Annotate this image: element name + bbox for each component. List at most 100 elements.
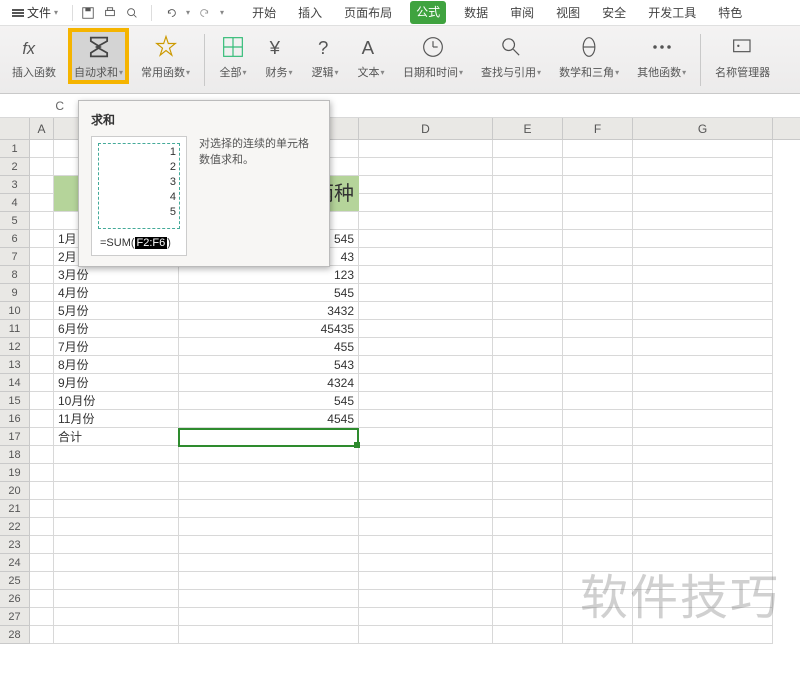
cell[interactable]: 123 <box>179 266 359 284</box>
cell[interactable] <box>54 500 179 518</box>
tab-special[interactable]: 特色 <box>714 1 746 24</box>
cell[interactable] <box>493 248 563 266</box>
cell[interactable] <box>359 392 493 410</box>
row-header[interactable]: 7 <box>0 248 30 266</box>
cell[interactable] <box>30 374 54 392</box>
cell[interactable] <box>54 536 179 554</box>
cell[interactable] <box>493 410 563 428</box>
cell[interactable] <box>633 320 773 338</box>
cell[interactable] <box>30 230 54 248</box>
row-header[interactable]: 16 <box>0 410 30 428</box>
cell[interactable] <box>30 410 54 428</box>
cell[interactable] <box>359 338 493 356</box>
cell[interactable] <box>633 608 773 626</box>
col-header-e[interactable]: E <box>493 118 563 139</box>
cell[interactable] <box>563 302 633 320</box>
cell[interactable] <box>493 500 563 518</box>
cell[interactable] <box>30 356 54 374</box>
cell[interactable] <box>359 428 493 446</box>
row-header[interactable]: 19 <box>0 464 30 482</box>
cell[interactable] <box>493 554 563 572</box>
cell[interactable]: 8月份 <box>54 356 179 374</box>
cell[interactable] <box>359 212 493 230</box>
tab-view[interactable]: 视图 <box>552 1 584 24</box>
cell[interactable] <box>563 356 633 374</box>
row-header[interactable]: 6 <box>0 230 30 248</box>
cell[interactable] <box>30 626 54 644</box>
tab-review[interactable]: 审阅 <box>506 1 538 24</box>
cell[interactable]: 11月份 <box>54 410 179 428</box>
cell[interactable] <box>30 464 54 482</box>
cell[interactable] <box>493 626 563 644</box>
cell[interactable] <box>563 428 633 446</box>
cell[interactable] <box>563 464 633 482</box>
cell[interactable]: 3月份 <box>54 266 179 284</box>
cell[interactable] <box>493 536 563 554</box>
cell[interactable] <box>633 266 773 284</box>
col-header-a[interactable]: A <box>30 118 54 139</box>
undo-dropdown[interactable]: ▾ <box>186 8 190 17</box>
cell[interactable] <box>633 302 773 320</box>
row-header[interactable]: 17 <box>0 428 30 446</box>
cell[interactable] <box>633 356 773 374</box>
cell[interactable] <box>633 284 773 302</box>
row-header[interactable]: 21 <box>0 500 30 518</box>
cell[interactable]: 合计 <box>54 428 179 446</box>
cell[interactable] <box>179 500 359 518</box>
col-header-d[interactable]: D <box>359 118 493 139</box>
logic-button[interactable]: ? 逻辑▾ <box>307 30 343 82</box>
row-header[interactable]: 22 <box>0 518 30 536</box>
cell[interactable] <box>30 428 54 446</box>
undo-icon[interactable] <box>164 6 178 20</box>
cell[interactable] <box>493 230 563 248</box>
name-box[interactable]: C <box>0 99 70 113</box>
cell[interactable] <box>30 608 54 626</box>
cell[interactable] <box>563 176 633 194</box>
col-header-f[interactable]: F <box>563 118 633 139</box>
cell[interactable] <box>359 356 493 374</box>
cell[interactable] <box>179 626 359 644</box>
cell[interactable] <box>30 536 54 554</box>
cell[interactable] <box>493 284 563 302</box>
text-button[interactable]: A 文本▾ <box>353 30 389 82</box>
cell[interactable] <box>563 500 633 518</box>
cell[interactable] <box>359 302 493 320</box>
cell[interactable]: 545 <box>179 392 359 410</box>
name-manager-button[interactable]: 名称管理器 <box>711 30 774 82</box>
cell[interactable] <box>359 410 493 428</box>
cell[interactable]: 10月份 <box>54 392 179 410</box>
datetime-button[interactable]: 日期和时间▾ <box>399 30 467 82</box>
cell[interactable] <box>359 590 493 608</box>
cell[interactable] <box>179 572 359 590</box>
cell[interactable] <box>633 176 773 194</box>
row-header[interactable]: 12 <box>0 338 30 356</box>
cell[interactable] <box>493 302 563 320</box>
cell[interactable] <box>633 374 773 392</box>
cell[interactable] <box>493 464 563 482</box>
cell[interactable]: 4324 <box>179 374 359 392</box>
row-header[interactable]: 1 <box>0 140 30 158</box>
cell[interactable] <box>633 194 773 212</box>
cell[interactable] <box>30 140 54 158</box>
row-header[interactable]: 8 <box>0 266 30 284</box>
print-icon[interactable] <box>103 6 117 20</box>
cell[interactable] <box>54 626 179 644</box>
cell[interactable] <box>563 572 633 590</box>
cell[interactable] <box>30 572 54 590</box>
cell[interactable] <box>30 500 54 518</box>
cell[interactable] <box>493 194 563 212</box>
common-function-button[interactable]: 常用函数▾ <box>137 30 194 82</box>
cell[interactable] <box>359 320 493 338</box>
cell[interactable]: 543 <box>179 356 359 374</box>
cell[interactable] <box>30 176 54 194</box>
cell[interactable] <box>633 482 773 500</box>
cell[interactable] <box>359 608 493 626</box>
cell[interactable] <box>30 590 54 608</box>
row-header[interactable]: 20 <box>0 482 30 500</box>
cell[interactable] <box>563 536 633 554</box>
math-button[interactable]: 数学和三角▾ <box>555 30 623 82</box>
cell[interactable] <box>179 428 359 446</box>
cell[interactable] <box>493 374 563 392</box>
tab-pagelayout[interactable]: 页面布局 <box>340 1 396 24</box>
cell[interactable] <box>54 464 179 482</box>
